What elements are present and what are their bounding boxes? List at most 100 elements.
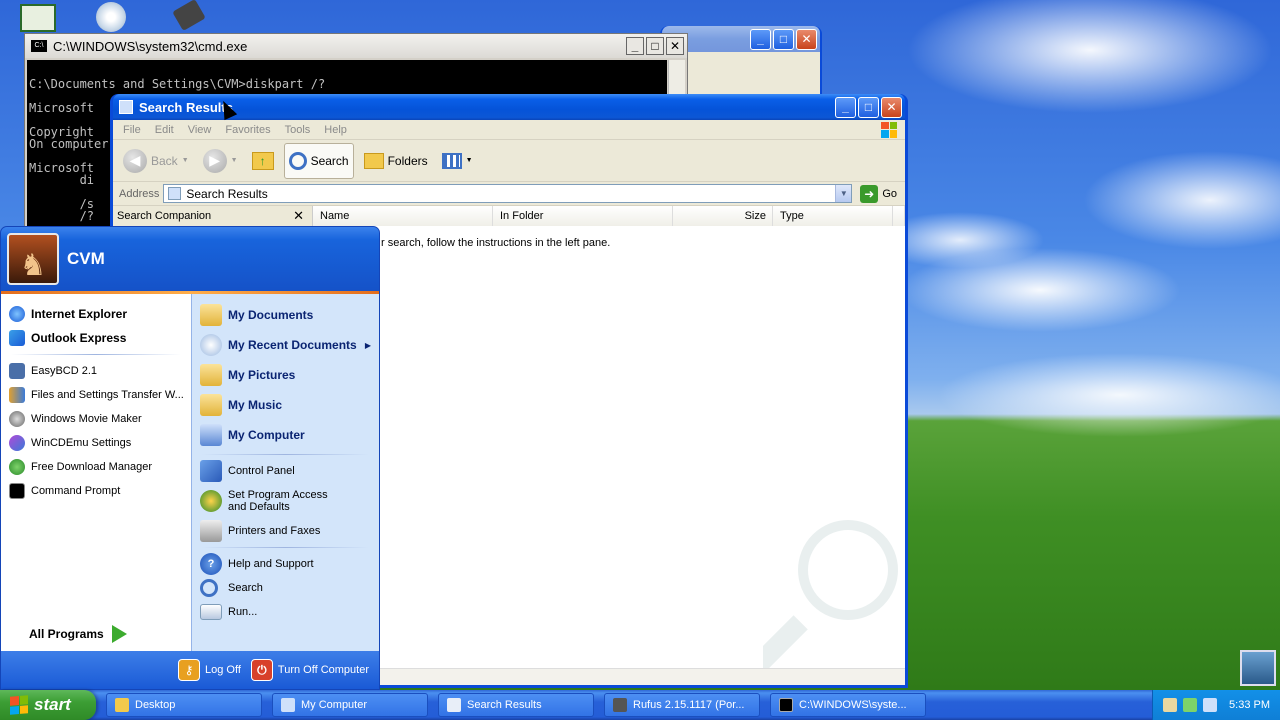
column-in-folder[interactable]: In Folder [493,206,673,226]
turn-off-button[interactable]: ⏻ Turn Off Computer [250,659,369,681]
command-prompt-icon [9,483,25,499]
column-name[interactable]: Name [313,206,493,226]
back-button[interactable]: ◀ Back ▼ [119,143,193,179]
start-item-my-pictures[interactable]: My Pictures [192,360,379,390]
start-item-my-music[interactable]: My Music [192,390,379,420]
windows-logo-icon [881,121,897,138]
desktop-icon-cd[interactable] [96,2,126,32]
start-item-files-settings-transfer[interactable]: Files and Settings Transfer W... [1,383,191,407]
column-size[interactable]: Size [673,206,773,226]
cmd-line: C:\Documents and Settings\CVM>diskpart /… [29,77,326,91]
close-button[interactable]: ✕ [666,37,684,55]
clock[interactable]: 5:33 PM [1229,699,1280,711]
show-desktop-icon[interactable] [1240,650,1276,686]
search-icon [200,579,218,597]
views-icon [441,152,462,169]
safely-remove-icon[interactable] [1183,698,1197,712]
start-item-my-documents[interactable]: My Documents [192,300,379,330]
up-folder-button[interactable]: ↑ [248,143,278,179]
key-icon: ⚷ [178,659,201,681]
minimize-button[interactable]: _ [750,28,771,50]
task-cmd[interactable]: C:\WINDOWS\syste... [770,693,926,717]
start-menu-right-column: My Documents My Recent Documents ▶ My Pi… [191,294,379,651]
start-item-windows-movie-maker[interactable]: Windows Movie Maker [1,407,191,431]
usb-drive-icon [613,698,627,712]
column-type[interactable]: Type [773,206,893,226]
menu-tools[interactable]: Tools [285,124,311,136]
address-input[interactable]: Search Results ▼ [163,184,853,203]
forward-arrow-icon: ▶ [202,148,227,173]
network-icon[interactable] [1163,698,1177,712]
start-item-my-computer[interactable]: My Computer [192,420,379,450]
start-item-label: Control Panel [228,465,295,477]
maximize-button[interactable]: □ [773,28,794,50]
system-tray: 5:33 PM [1152,690,1280,720]
minimize-button[interactable]: _ [626,37,644,55]
task-my-computer[interactable]: My Computer [272,693,428,717]
go-label: Go [882,187,897,200]
start-item-printers-faxes[interactable]: Printers and Faxes [192,519,379,543]
close-button[interactable]: ✕ [796,28,817,50]
start-item-free-download-manager[interactable]: Free Download Manager [1,455,191,479]
start-menu-header: ♞ CVM [1,227,379,291]
start-item-search[interactable]: Search [192,576,379,600]
search-companion-header: Search Companion ✕ [113,206,313,226]
magnifier-icon [288,151,307,170]
search-folder-icon [168,187,182,200]
task-rufus[interactable]: Rufus 2.15.1117 (Por... [604,693,760,717]
address-value: Search Results [186,186,268,201]
start-item-program-access[interactable]: Set Program Access and Defaults [192,483,379,519]
volume-icon[interactable] [1203,698,1217,712]
address-dropdown-icon[interactable]: ▼ [835,185,852,202]
menu-edit[interactable]: Edit [155,124,174,136]
task-label: Desktop [135,699,176,711]
start-item-outlook-express[interactable]: Outlook Express [1,326,191,350]
chevron-down-icon: ▼ [465,157,473,164]
forward-button[interactable]: ▶ ▼ [199,143,242,179]
user-avatar[interactable]: ♞ [7,233,59,285]
views-button[interactable]: ▼ [438,143,477,179]
log-off-button[interactable]: ⚷ Log Off [178,659,241,681]
task-label: My Computer [301,699,368,711]
task-label: C:\WINDOWS\syste... [799,699,907,711]
start-item-label: EasyBCD 2.1 [31,365,98,377]
column-header-row: Search Companion ✕ Name In Folder Size T… [113,206,905,226]
start-item-control-panel[interactable]: Control Panel [192,459,379,483]
maximize-button[interactable]: □ [858,96,879,118]
start-button[interactable]: start [0,690,96,720]
start-item-label: Printers and Faxes [228,525,321,537]
start-item-my-recent-documents[interactable]: My Recent Documents ▶ [192,330,379,360]
desktop-icon-image[interactable] [20,4,56,32]
menu-file[interactable]: File [123,124,141,136]
start-item-easybcd[interactable]: EasyBCD 2.1 [1,359,191,383]
start-item-help-support[interactable]: ? Help and Support [192,552,379,576]
program-access-icon [200,490,222,512]
cmd-titlebar[interactable]: C:\ C:\WINDOWS\system32\cmd.exe _ □ ✕ [25,34,687,58]
folders-button[interactable]: Folders [360,143,432,179]
menu-favorites[interactable]: Favorites [225,124,270,136]
pictures-folder-icon [200,364,222,386]
start-item-label: Windows Movie Maker [31,413,142,425]
close-companion-icon[interactable]: ✕ [293,208,304,224]
search-button[interactable]: Search [283,142,354,179]
start-item-command-prompt[interactable]: Command Prompt [1,479,191,503]
folder-icon [200,304,222,326]
column-extra[interactable] [893,206,905,226]
all-programs-button[interactable]: All Programs [29,625,127,643]
desktop-icon-usb[interactable] [172,0,206,32]
minimize-button[interactable]: _ [835,96,856,118]
start-item-label: Internet Explorer [31,307,128,321]
task-search-results[interactable]: Search Results [438,693,594,717]
start-item-internet-explorer[interactable]: Internet Explorer [1,302,191,326]
horizontal-scrollbar[interactable] [373,668,905,685]
go-button[interactable]: ➜ Go [856,184,905,203]
menu-view[interactable]: View [188,124,212,136]
start-item-wincdemu[interactable]: WinCDEmu Settings [1,431,191,455]
menu-help[interactable]: Help [324,124,347,136]
start-item-run[interactable]: Run... [192,600,379,624]
task-desktop[interactable]: Desktop [106,693,262,717]
close-button[interactable]: ✕ [881,96,902,118]
address-label: Address [119,187,160,200]
printer-icon [200,520,222,542]
maximize-button[interactable]: □ [646,37,664,55]
